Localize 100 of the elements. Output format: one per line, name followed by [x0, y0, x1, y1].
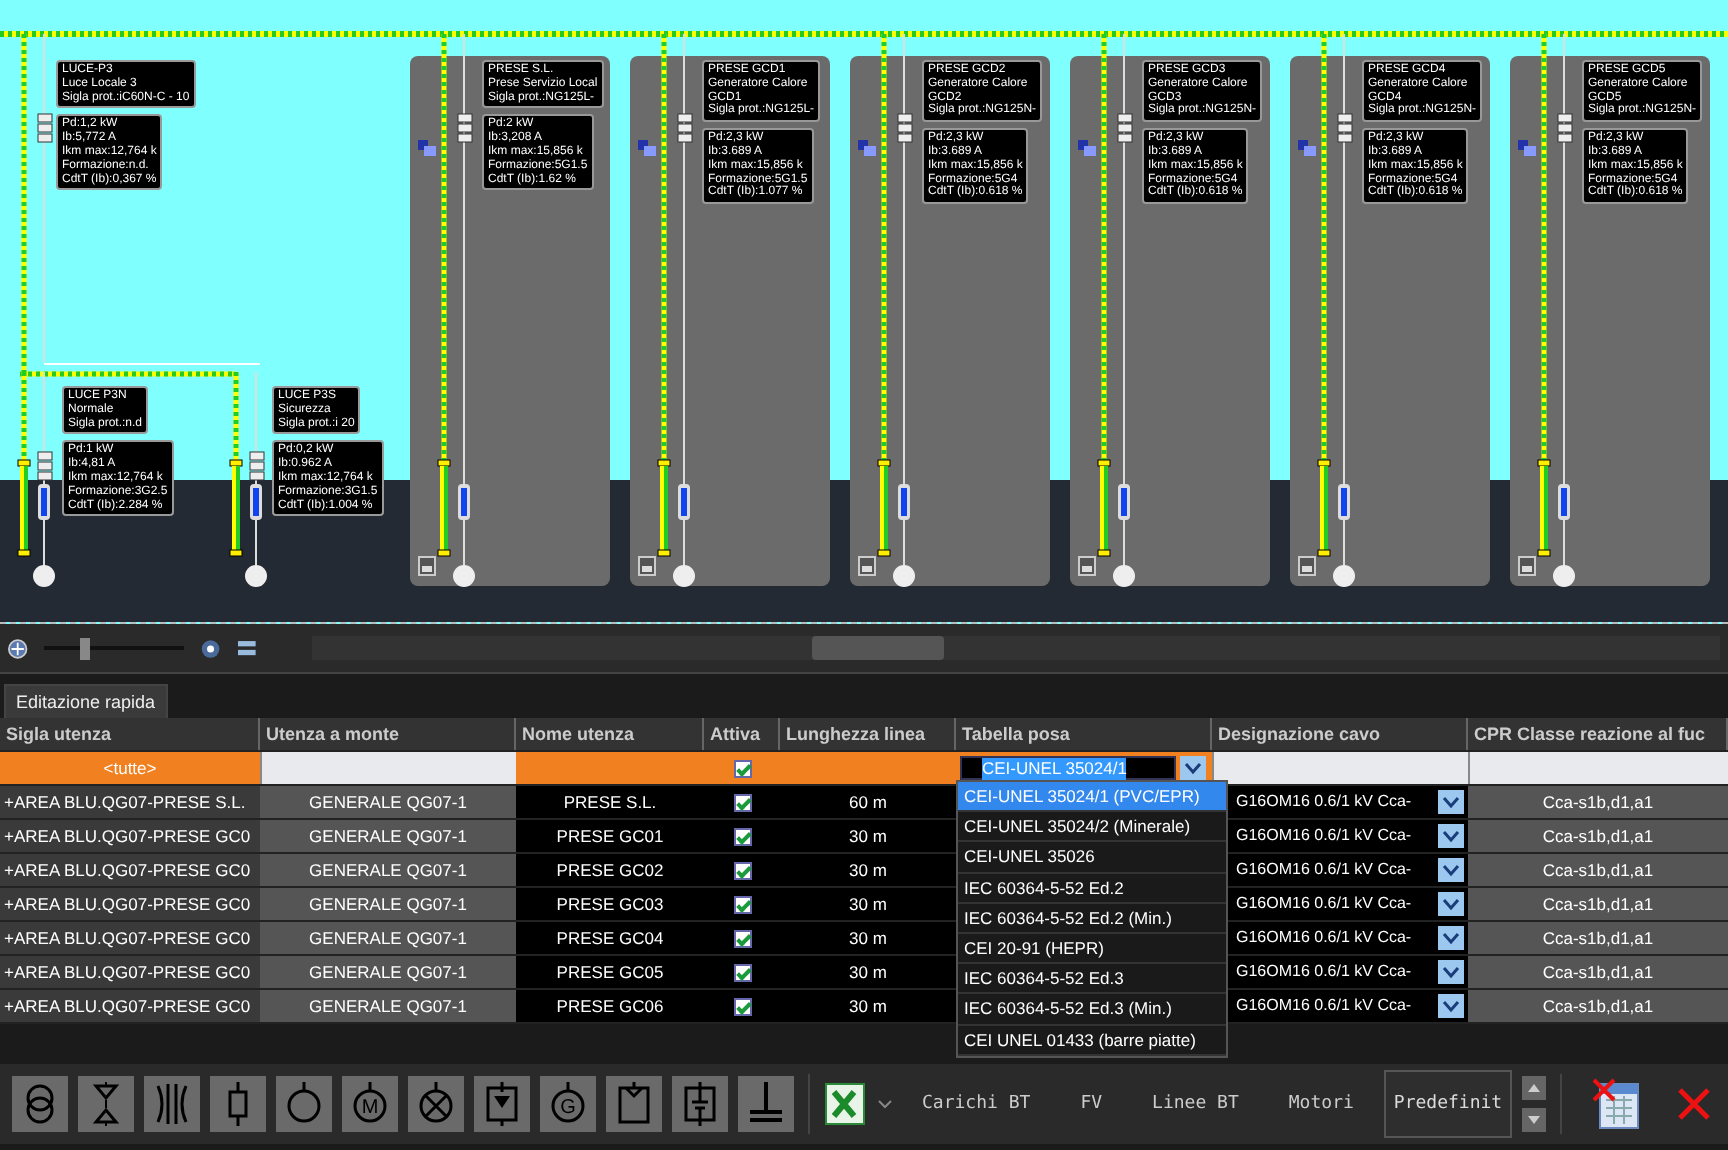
checkbox[interactable]	[733, 929, 751, 947]
symbol-button[interactable]	[210, 1076, 266, 1132]
calendar-delete-icon[interactable]	[1592, 1078, 1641, 1130]
dropdown-option[interactable]: IEC 60364-5-52 Ed.2 (Min.)	[958, 903, 1226, 934]
tag-icon	[1078, 556, 1096, 576]
table-cell: PRESE GC04	[516, 922, 704, 954]
symbol-button[interactable]	[12, 1076, 68, 1132]
category-button[interactable]: Motori	[1268, 1094, 1374, 1114]
table-cell: Cca-s1b,d1,a1	[1468, 854, 1728, 886]
column-header[interactable]: Sigla utenza	[0, 718, 260, 750]
spin-down-button[interactable]	[1522, 1108, 1547, 1132]
symbol-button[interactable]: G	[540, 1076, 596, 1132]
symbol-button[interactable]	[276, 1076, 332, 1132]
circle-icon	[284, 1082, 324, 1126]
table-cell: +AREA BLU.QG07-PRESE GC0	[0, 956, 260, 988]
checkbox[interactable]	[733, 861, 751, 879]
table-cell: +AREA BLU.QG07-PRESE GC0	[0, 854, 260, 886]
checkbox[interactable]	[733, 963, 751, 981]
preset-field[interactable]: Predefinit	[1383, 1070, 1513, 1138]
dropdown-option[interactable]: IEC 60364-5-52 Ed.2	[958, 873, 1226, 904]
dropdown-button[interactable]	[1438, 994, 1464, 1018]
category-button[interactable]: FV	[1060, 1094, 1123, 1114]
dropdown-button[interactable]	[1438, 926, 1464, 950]
table-cell: 30 m	[780, 922, 956, 954]
table-cell: 30 m	[780, 854, 956, 886]
column-header[interactable]: Designazione cavo	[1212, 718, 1468, 750]
symbol-button[interactable]	[144, 1076, 200, 1132]
table-cell: +AREA BLU.QG07-PRESE S.L.	[0, 786, 260, 818]
column-header[interactable]: Attiva	[704, 718, 780, 750]
zoom-fit-icon[interactable]	[8, 637, 28, 659]
table-cell-text: G16OM16 0.6/1 kV Cca-	[1236, 960, 1412, 984]
box-icon	[614, 1082, 654, 1126]
symbol-button[interactable]	[738, 1076, 794, 1132]
dropdown-option[interactable]: CEI-UNEL 35024/2 (Minerale)	[958, 812, 1226, 843]
table-cell: GENERALE QG07-1	[260, 990, 516, 1022]
dropdown-option[interactable]: IEC 60364-5-52 Ed.3	[958, 964, 1226, 995]
table-cell: 30 m	[780, 990, 956, 1022]
filter-field[interactable]	[780, 752, 956, 784]
column-header[interactable]: Lunghezza linea	[780, 718, 956, 750]
dropdown-button[interactable]	[1438, 892, 1464, 916]
caret-icon[interactable]	[878, 1099, 892, 1109]
table-cell-text: G16OM16 0.6/1 kV Cca-	[1236, 790, 1412, 814]
equals-icon[interactable]	[237, 639, 256, 657]
filter-field[interactable]	[1468, 752, 1728, 784]
close-icon[interactable]	[1678, 1088, 1711, 1120]
spin-up-button[interactable]	[1522, 1076, 1547, 1100]
table-cell: GENERALE QG07-1	[260, 956, 516, 988]
symbol-button[interactable]	[606, 1076, 662, 1132]
ground-icon	[746, 1082, 786, 1126]
spreadsheet-icon[interactable]	[824, 1080, 868, 1128]
table-cell-text: G16OM16 0.6/1 kV Cca-	[1236, 994, 1412, 1018]
dropdown-button[interactable]	[1438, 824, 1464, 848]
checkbox[interactable]	[733, 827, 751, 845]
table-cell: GENERALE QG07-1	[260, 854, 516, 886]
checkbox[interactable]	[733, 895, 751, 913]
dropdown-button[interactable]	[1438, 858, 1464, 882]
device-icon	[858, 140, 876, 156]
device-icon	[1298, 140, 1316, 156]
tab[interactable]: Editazione rapida	[4, 684, 168, 718]
category-button[interactable]: Carichi BT	[902, 1094, 1051, 1114]
symbol-button[interactable]: M	[342, 1076, 398, 1132]
checkbox[interactable]	[733, 997, 751, 1015]
device-icon	[638, 140, 656, 156]
table-cell: PRESE GC03	[516, 888, 704, 920]
column-header[interactable]: Nome utenza	[516, 718, 704, 750]
tag-icon	[1518, 556, 1536, 576]
zoom-reset-icon[interactable]	[200, 637, 222, 659]
table-cell: PRESE GC01	[516, 820, 704, 852]
dropdown-button[interactable]	[1438, 960, 1464, 984]
zoom-slider-thumb[interactable]	[80, 637, 91, 659]
table-cell: Cca-s1b,d1,a1	[1468, 786, 1728, 818]
symbol-button[interactable]	[408, 1076, 464, 1132]
dropdown-option[interactable]: CEI-UNEL 35026	[958, 842, 1226, 874]
category-button[interactable]: Linee BT	[1132, 1094, 1259, 1114]
device-icon	[418, 140, 436, 156]
symbol-button[interactable]	[474, 1076, 530, 1132]
table-cell: 30 m	[780, 888, 956, 920]
filter-field[interactable]	[1212, 752, 1468, 784]
dropdown-option[interactable]: IEC 60364-5-52 Ed.3 (Min.)	[958, 994, 1226, 1025]
symbol-button[interactable]	[672, 1076, 728, 1132]
column-header[interactable]: Tabella posa	[956, 718, 1212, 750]
table-cell-text: G16OM16 0.6/1 kV Cca-	[1236, 892, 1412, 916]
column-header[interactable]: CPR Classe reazione al fuc	[1468, 718, 1728, 750]
device-icon	[1518, 140, 1536, 156]
device-icon	[1078, 140, 1096, 156]
dropdown-option[interactable]: CEI UNEL 01433 (barre piatte)	[958, 1025, 1226, 1056]
filter-field[interactable]	[516, 752, 704, 784]
table-cell: Cca-s1b,d1,a1	[1468, 922, 1728, 954]
column-header[interactable]: Utenza a monte	[260, 718, 516, 750]
dropdown-option[interactable]: CEI-UNEL 35024/1 (PVC/EPR)	[958, 782, 1226, 813]
dropdown-option[interactable]: CEI 20-91 (HEPR)	[958, 933, 1226, 965]
checkbox[interactable]	[733, 793, 751, 811]
tag-icon	[1298, 556, 1316, 576]
horizontal-scrollbar[interactable]	[311, 636, 1720, 660]
dropdown-button[interactable]	[1180, 756, 1206, 780]
dropdown-button[interactable]	[1438, 790, 1464, 814]
checkbox[interactable]	[733, 759, 751, 777]
filter-field[interactable]	[260, 752, 516, 784]
table-cell: GENERALE QG07-1	[260, 888, 516, 920]
symbol-button[interactable]	[78, 1076, 134, 1132]
